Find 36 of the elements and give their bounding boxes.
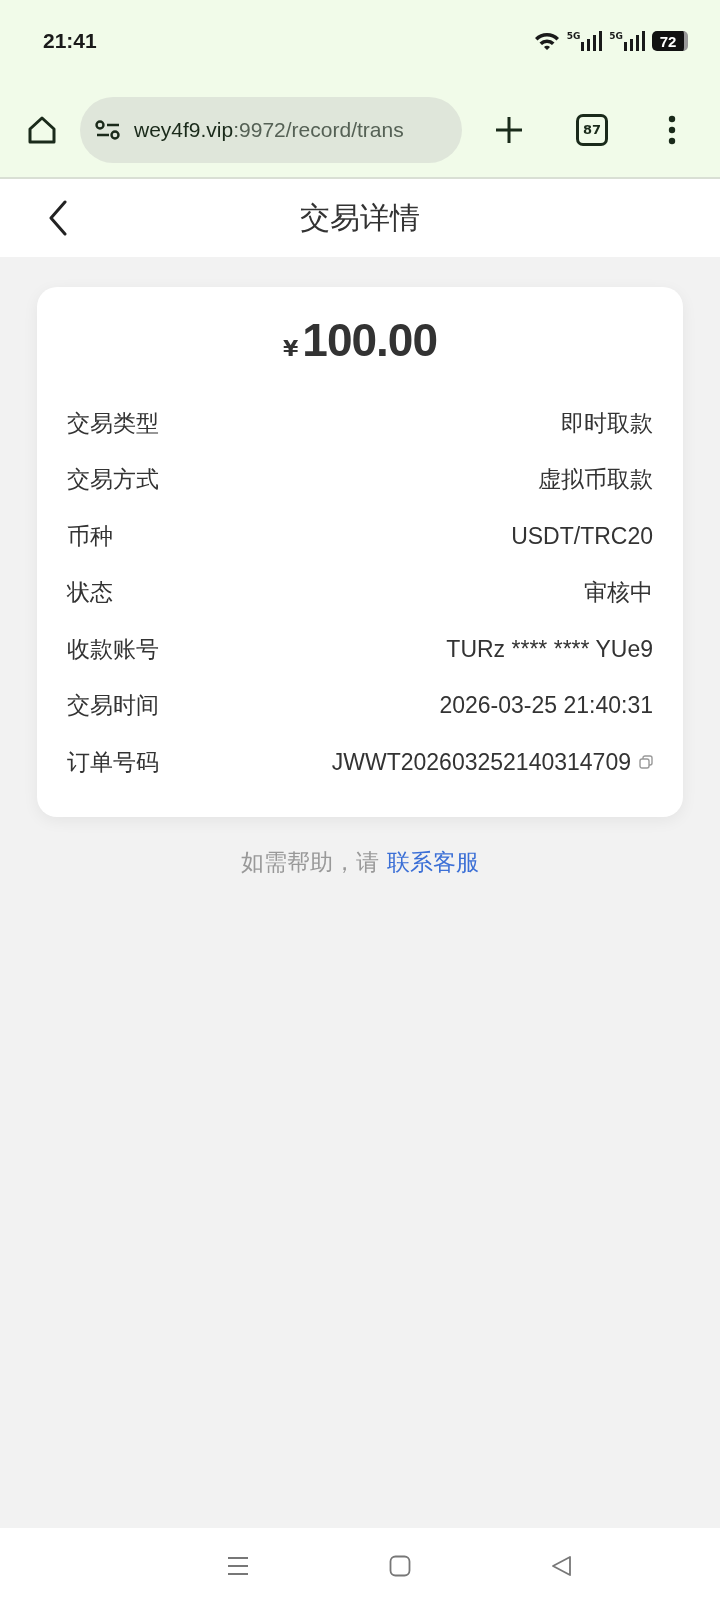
detail-value: JWWT202603252140314709 xyxy=(331,748,631,776)
detail-label: 交易时间 xyxy=(67,691,159,721)
address-bar[interactable]: wey4f9.vip:9972/record/trans xyxy=(80,96,462,163)
menu-icon[interactable] xyxy=(668,114,676,145)
network-type: 5G xyxy=(609,31,623,41)
url-text: wey4f9.vip:9972/record/trans xyxy=(134,117,404,142)
back-icon[interactable] xyxy=(48,200,68,236)
back-nav-icon[interactable] xyxy=(551,1555,573,1577)
detail-label: 交易类型 xyxy=(67,408,159,438)
tab-count[interactable]: 87 xyxy=(576,113,608,146)
detail-value: USDT/TRC20 xyxy=(511,522,653,550)
detail-label: 状态 xyxy=(67,578,113,608)
detail-value: 即时取款 xyxy=(561,408,653,438)
copy-icon[interactable] xyxy=(639,755,653,770)
signal-icon xyxy=(624,31,646,51)
site-settings-icon[interactable] xyxy=(94,118,122,141)
detail-label: 币种 xyxy=(67,521,113,551)
page-title: 交易详情 xyxy=(300,198,420,237)
detail-value: 虚拟币取款 xyxy=(538,465,653,495)
detail-label: 交易方式 xyxy=(67,465,159,495)
contact-link[interactable]: 联系客服 xyxy=(386,848,479,875)
amount-value: 100.00 xyxy=(302,313,437,367)
recents-icon[interactable] xyxy=(227,1556,249,1576)
detail-value: 2026-03-25 21:40:31 xyxy=(439,692,653,720)
detail-value: 审核中 xyxy=(584,578,653,608)
detail-label: 订单号码 xyxy=(67,747,159,777)
network-type: 5G xyxy=(566,31,581,41)
battery-icon: 72 xyxy=(652,31,688,51)
home-button-icon[interactable] xyxy=(389,1555,411,1577)
currency-symbol: ¥ xyxy=(283,336,299,361)
detail-value: TURz **** **** YUe9 xyxy=(446,635,653,663)
signal-icon xyxy=(581,31,604,51)
help-text: 如需帮助，请 xyxy=(241,848,380,875)
detail-label: 收款账号 xyxy=(67,634,159,664)
status-time: 21:41 xyxy=(43,29,97,53)
new-tab-icon[interactable] xyxy=(494,114,524,145)
